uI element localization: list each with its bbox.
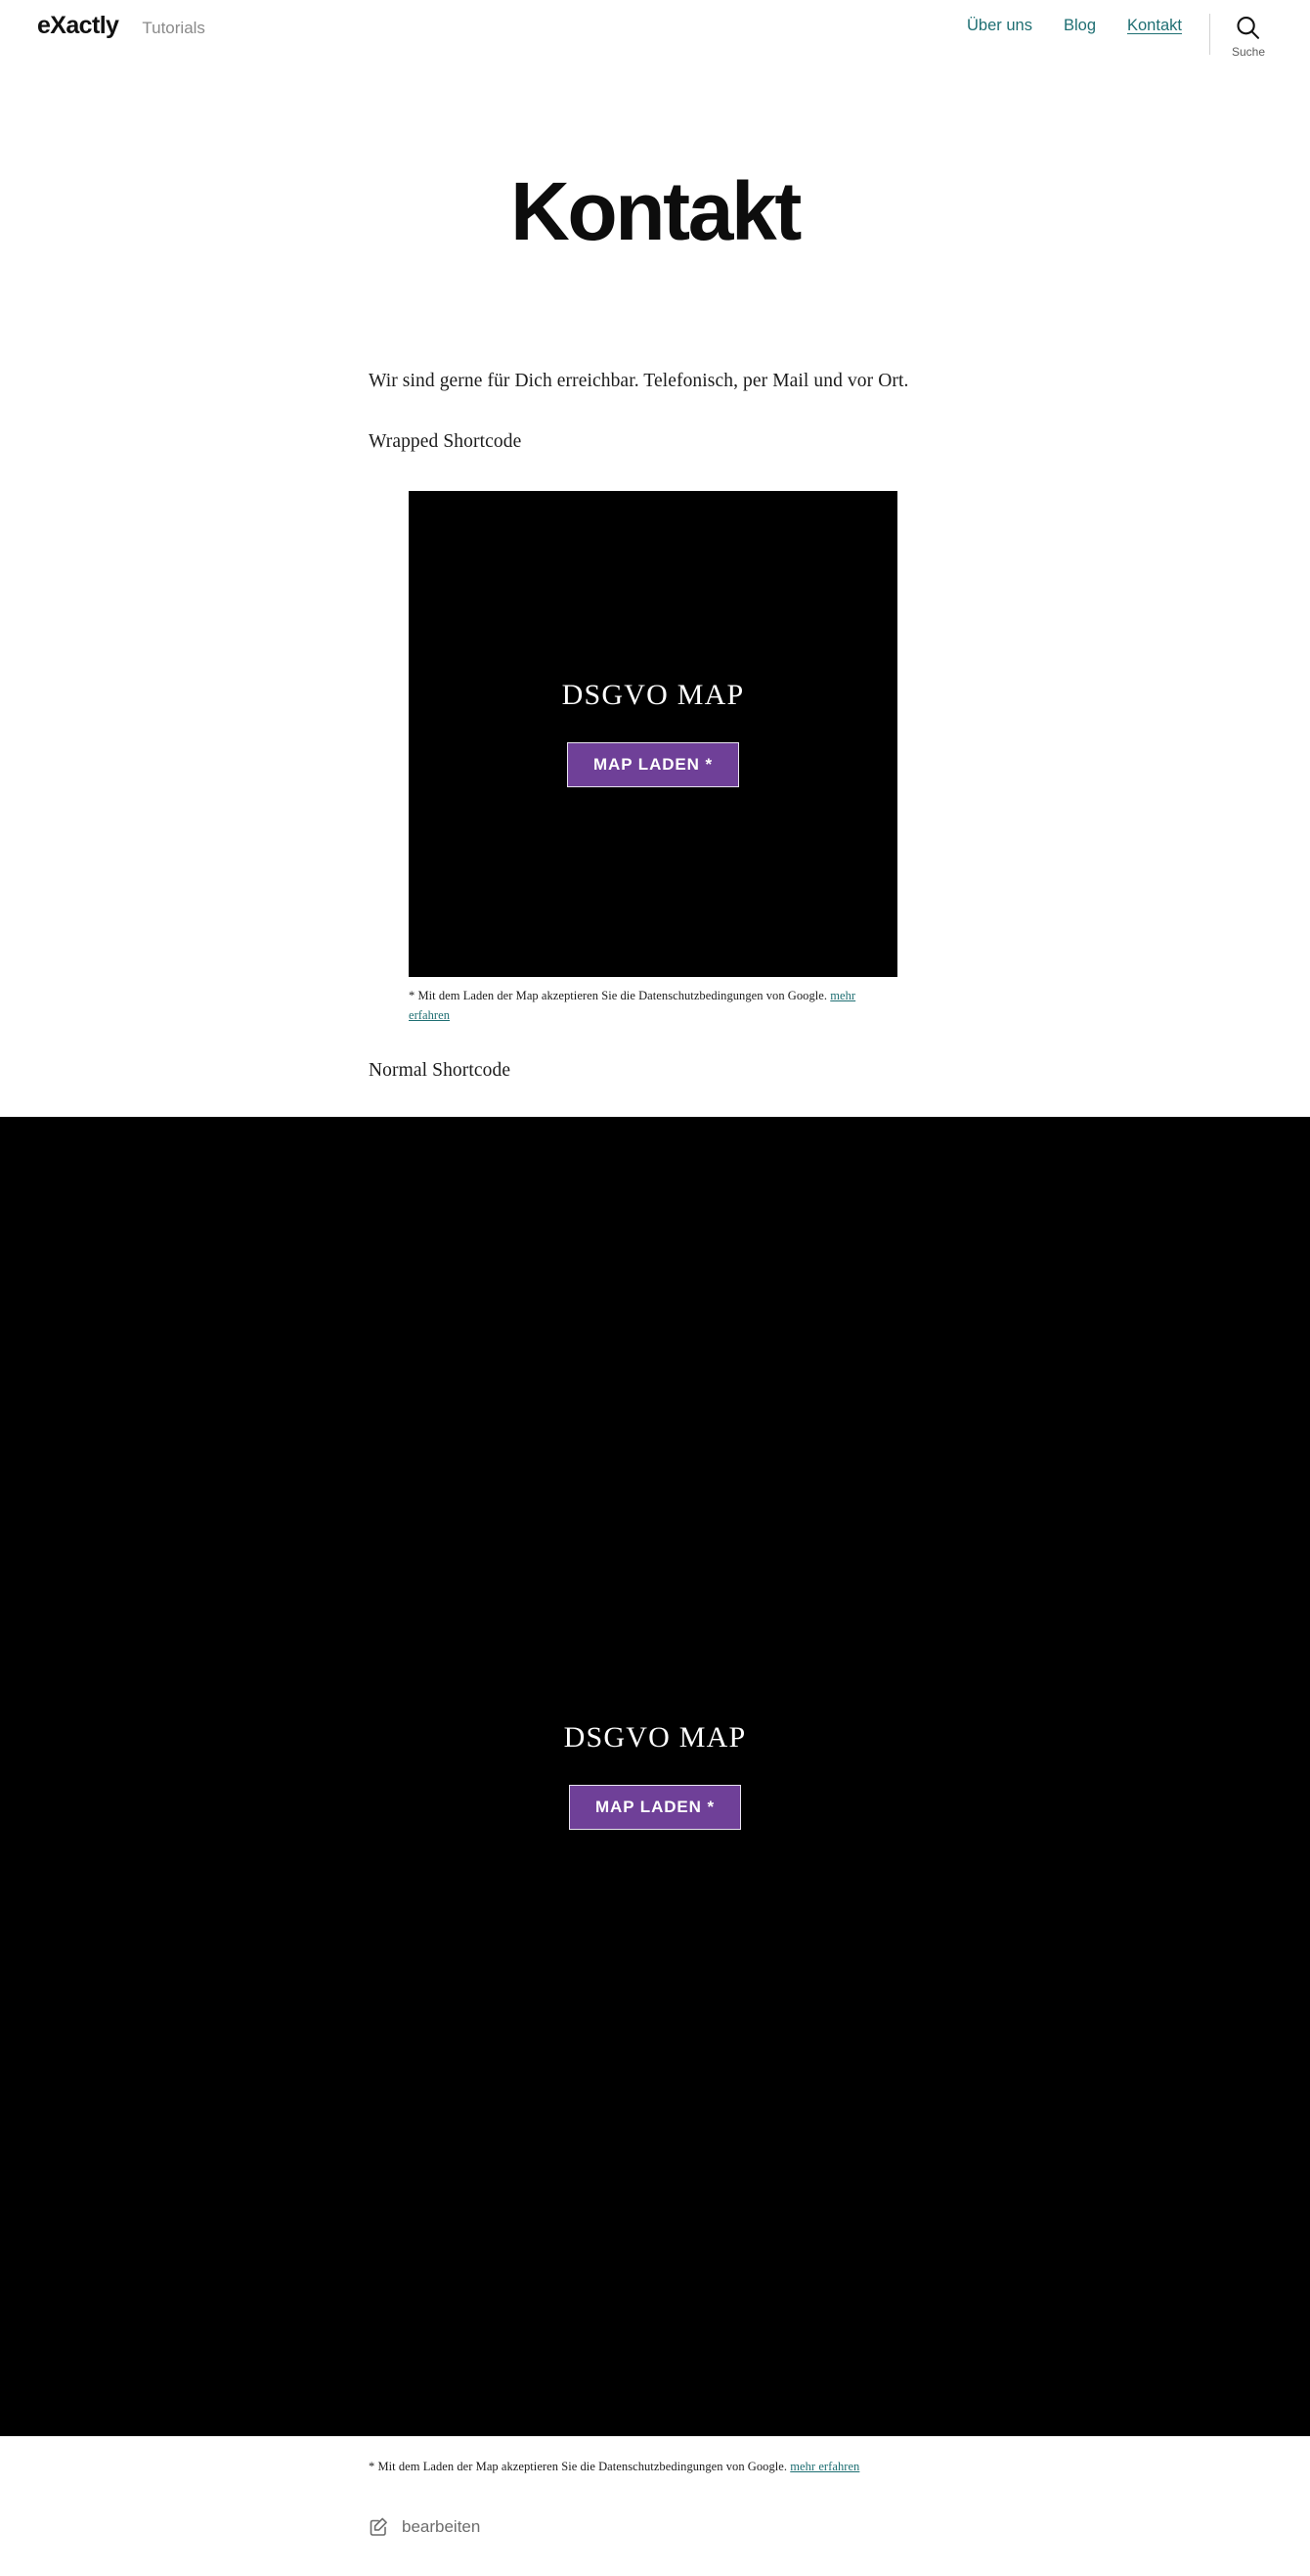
map-disclaimer-text: * Mit dem Laden der Map akzeptieren Sie … xyxy=(409,989,828,1003)
edit-page-link[interactable]: bearbeiten xyxy=(369,2516,1251,2537)
map-placeholder-wrapped: DSGVO MAP MAP LADEN * xyxy=(409,491,897,978)
nav-item-ueber-uns[interactable]: Über uns xyxy=(967,18,1032,34)
content-column-top: Wir sind gerne für Dich erreichbar. Tele… xyxy=(0,367,1310,1086)
brand-group: eXactly Tutorials xyxy=(37,14,205,38)
page-title: Kontakt xyxy=(510,165,802,257)
search-button[interactable]: Suche xyxy=(1232,14,1265,58)
site-header: eXactly Tutorials Über uns Blog Kontakt … xyxy=(0,0,1310,61)
nav-item-kontakt[interactable]: Kontakt xyxy=(1127,18,1182,34)
map-placeholder-title: DSGVO MAP xyxy=(561,679,745,712)
section-label-normal-shortcode: Normal Shortcode xyxy=(369,1060,511,1082)
search-label: Suche xyxy=(1231,45,1265,59)
nav-item-blog[interactable]: Blog xyxy=(1064,18,1096,34)
section-label-wrapped-shortcode: Wrapped Shortcode xyxy=(369,431,522,453)
map-load-button-fullwidth[interactable]: MAP LADEN * xyxy=(569,1785,741,1831)
content-column-bottom: * Mit dem Laden der Map akzeptieren Sie … xyxy=(0,2458,1310,2575)
map-disclaimer-text-full: * Mit dem Laden der Map akzeptieren Sie … xyxy=(369,2460,788,2474)
bottom-spacer xyxy=(369,2537,1251,2576)
map-disclaimer-fullwidth: * Mit dem Laden der Map akzeptieren Sie … xyxy=(369,2458,1251,2476)
header-divider xyxy=(1208,14,1210,55)
map-load-button-wrapped[interactable]: MAP LADEN * xyxy=(567,742,739,788)
map-placeholder-fullwidth: DSGVO MAP MAP LADEN * xyxy=(0,1117,1310,2437)
map-disclaimer-link-fullwidth[interactable]: mehr erfahren xyxy=(790,2460,859,2473)
intro-paragraph: Wir sind gerne für Dich erreichbar. Tele… xyxy=(369,371,909,391)
brand-tagline-tutorials[interactable]: Tutorials xyxy=(142,20,205,36)
map-placeholder-title-full: DSGVO MAP xyxy=(563,1721,747,1754)
search-icon[interactable] xyxy=(1234,14,1262,42)
brand-logo[interactable]: eXactly xyxy=(37,14,119,38)
edit-pencil-square-icon xyxy=(369,2516,389,2537)
edit-page-label: bearbeiten xyxy=(402,2516,481,2536)
main-navigation: Über uns Blog Kontakt xyxy=(967,14,1182,34)
map-disclaimer-wrapped: * Mit dem Laden der Map akzeptieren Sie … xyxy=(409,987,897,1025)
